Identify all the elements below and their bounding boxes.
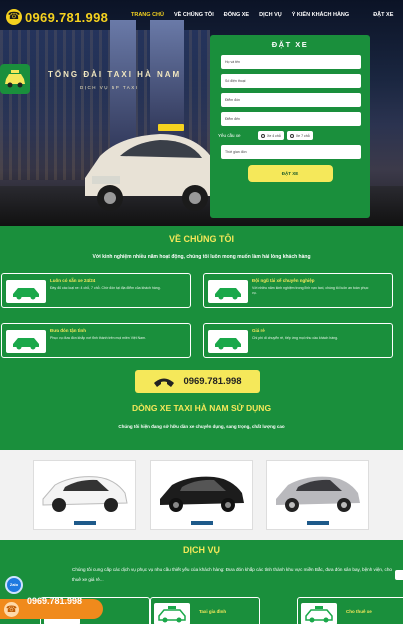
- hero-subtitle: DỊCH VỤ 5P TAXI: [80, 85, 139, 90]
- phone-icon: [154, 378, 175, 387]
- submit-booking-button[interactable]: ĐẶT XE: [247, 165, 333, 182]
- car-label-tag: [74, 521, 96, 525]
- car-type-label: Yêu cầu xe: [218, 133, 241, 138]
- header-phone[interactable]: ☎ 0969.781.998: [6, 9, 108, 25]
- destination-field[interactable]: Điểm đến: [221, 112, 361, 126]
- name-field[interactable]: Họ và tên: [221, 55, 361, 69]
- services-title: DỊCH VỤ: [182, 545, 220, 555]
- feature-title: Đội ngũ tài xế chuyên nghiệp: [252, 278, 315, 283]
- services-description: Chúng tôi cung cấp các dịch vụ phục vụ n…: [72, 567, 392, 582]
- car-icon: [301, 603, 337, 624]
- car-card[interactable]: [266, 460, 369, 530]
- nav-booking[interactable]: ĐẶT XE: [373, 12, 393, 18]
- floating-call-number: 0969.781.998: [27, 596, 83, 606]
- zalo-button[interactable]: Zalo: [5, 576, 23, 594]
- feature-card: Đội ngũ tài xế chuyên nghiệp Với nhiều n…: [203, 273, 393, 308]
- car-label-tag: [307, 521, 329, 525]
- nav-reviews[interactable]: Ý KIẾN KHÁCH HÀNG: [292, 12, 349, 18]
- nav-home[interactable]: TRANG CHỦ: [131, 12, 164, 18]
- about-title: VỀ CHÚNG TÔI: [168, 234, 234, 244]
- fleet-title: DÒNG XE TAXI HÀ NAM SỬ DỤNG: [131, 403, 272, 413]
- top-bar: ☎ 0969.781.998 TRANG CHỦ VỀ CHÚNG TÔI ĐÓ…: [0, 0, 403, 32]
- floating-call-button[interactable]: ☎ 0969.781.998: [0, 596, 103, 619]
- car-type-row: Yêu cầu xe Xe 4 chỗ Xe 7 chỗ: [218, 131, 362, 140]
- nav-about[interactable]: VỀ CHÚNG TÔI: [174, 12, 214, 18]
- nav-fleet[interactable]: ĐÓNG XE: [224, 12, 249, 18]
- taxi-car-image: [85, 124, 218, 211]
- car-card[interactable]: [33, 460, 136, 530]
- service-title: Cho thuê xe: [346, 609, 372, 614]
- service-title: Taxi gia đình: [199, 609, 227, 614]
- phone-icon: ☎: [4, 602, 19, 617]
- feature-desc: Phục vụ đưa đón khắp nơi tỉnh thành trên…: [50, 336, 147, 340]
- feature-card: Giá rẻ Chi phí di chuyển rẻ, tiếp ứng mọ…: [203, 323, 393, 358]
- phone-icon: ☎: [6, 9, 22, 25]
- radio-4-seat-label: Xe 4 chỗ: [267, 133, 281, 138]
- car-image: [42, 476, 128, 512]
- car-icon: [208, 330, 248, 353]
- call-button[interactable]: 0969.781.998: [135, 370, 260, 393]
- fleet-description: Chúng tôi hiện đang sở hữu dàn xe chuyên…: [118, 424, 285, 429]
- pickup-time-field[interactable]: Thời gian đón: [221, 145, 361, 159]
- booking-form: ĐẶT XE Họ và tên Số điện thoại Điểm đón …: [210, 35, 370, 218]
- feature-desc: Với nhiều năm kinh nghiệm trong lĩnh vực…: [252, 286, 369, 295]
- feature-title: Luôn có sẵn xe 24/24: [50, 278, 96, 283]
- feature-desc: Đầy đủ các loại xe: 4 chỗ, 7 chỗ. Chờ đó…: [50, 286, 161, 290]
- taxi-logo-icon: [0, 64, 30, 94]
- call-button-number: 0969.781.998: [183, 376, 242, 387]
- main-nav: TRANG CHỦ VỀ CHÚNG TÔI ĐÓNG XE DỊCH VỤ Ý…: [131, 12, 403, 18]
- nav-services[interactable]: DỊCH VỤ: [259, 12, 282, 18]
- car-icon: [6, 280, 46, 303]
- radio-4-seat[interactable]: Xe 4 chỗ: [258, 131, 284, 140]
- car-label-tag: [191, 521, 213, 525]
- car-image: [160, 476, 244, 512]
- service-card[interactable]: Taxi gia đình: [150, 597, 260, 624]
- radio-7-seat-label: Xe 7 chỗ: [295, 133, 310, 138]
- booking-title: ĐẶT XE: [271, 40, 309, 49]
- car-image: [276, 476, 360, 512]
- car-icon: [208, 280, 248, 303]
- radio-7-seat[interactable]: Xe 7 chỗ: [286, 131, 313, 140]
- car-icon: [154, 603, 190, 624]
- service-card[interactable]: Cho thuê xe: [297, 597, 403, 624]
- phone-field[interactable]: Số điện thoại: [221, 74, 361, 88]
- pickup-field[interactable]: Điểm đón: [221, 93, 361, 107]
- feature-title: Giá rẻ: [252, 328, 265, 333]
- car-card[interactable]: [150, 460, 253, 530]
- feature-card: Đưa đón tận tình Phục vụ đưa đón khắp nơ…: [1, 323, 191, 358]
- hero-title: TỔNG ĐÀI TAXI HÀ NAM: [48, 70, 182, 79]
- feature-desc: Chi phí di chuyển rẻ, tiếp ứng mọi nhu c…: [252, 336, 339, 340]
- feature-title: Đưa đón tận tình: [50, 328, 87, 333]
- about-description: Với kinh nghiệm nhiều năm hoạt động, chú…: [92, 254, 311, 260]
- scroll-indicator[interactable]: [395, 570, 403, 580]
- hero-banner: ☎ 0969.781.998 TRANG CHỦ VỀ CHÚNG TÔI ĐÓ…: [0, 0, 403, 226]
- car-icon: [6, 330, 46, 353]
- feature-card: Luôn có sẵn xe 24/24 Đầy đủ các loại xe:…: [1, 273, 191, 308]
- header-phone-number: 0969.781.998: [25, 9, 109, 25]
